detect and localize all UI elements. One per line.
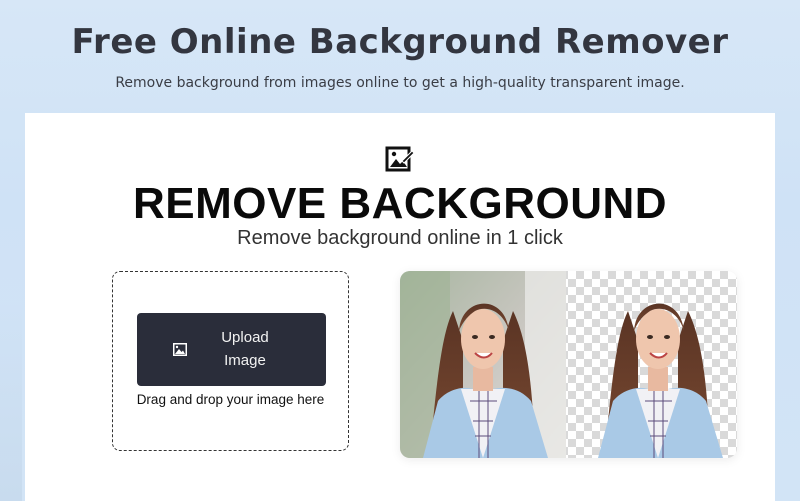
- preview-image: [400, 271, 737, 458]
- page-subtitle: Remove background from images online to …: [115, 75, 685, 91]
- upload-image-button[interactable]: Upload Image: [137, 313, 326, 386]
- image-icon: [173, 343, 187, 356]
- dropzone[interactable]: Upload Image Drag and drop your image he…: [112, 271, 349, 451]
- page-title: Free Online Background Remover: [71, 22, 729, 62]
- image-edit-icon: [385, 146, 415, 172]
- tool-subtitle: Remove background online in 1 click: [237, 227, 563, 249]
- upload-button-label: Upload Image: [221, 329, 269, 369]
- tool-card: REMOVE BACKGROUND Remove background onli…: [25, 113, 775, 501]
- page-header: Free Online Background Remover Remove ba…: [0, 0, 800, 112]
- background-decoration: [0, 300, 22, 501]
- tool-title: REMOVE BACKGROUND: [132, 179, 668, 228]
- drop-hint: Drag and drop your image here: [136, 392, 325, 407]
